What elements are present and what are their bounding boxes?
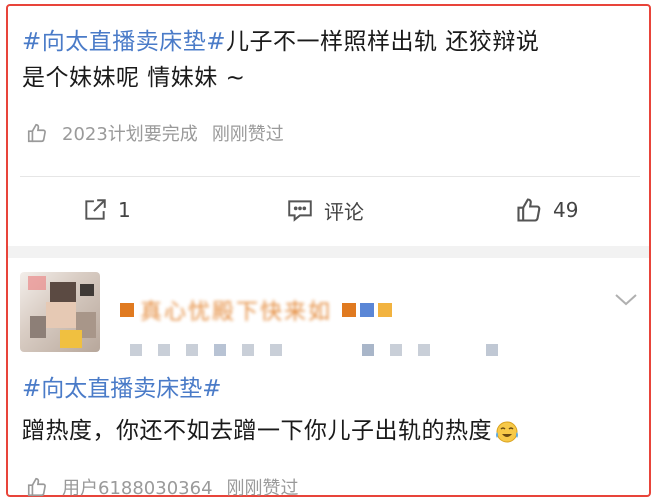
thumbs-up-icon	[27, 477, 46, 497]
comment-meta: 用户6188030364 刚刚赞过	[26, 472, 299, 502]
section-gap	[8, 246, 649, 258]
post-meta: 2023计划要完成 刚刚赞过	[26, 118, 284, 148]
comment-username[interactable]: 真心忧殿下快来如	[120, 292, 393, 328]
avatar[interactable]	[20, 272, 100, 352]
comment-icon	[288, 200, 312, 222]
comment-text: 蹭热度，你还不如去蹭一下你儿子出轨的热度	[22, 418, 492, 444]
comment-text-wrap: 蹭热度，你还不如去蹭一下你儿子出轨的热度	[22, 414, 520, 448]
like-button[interactable]: 49	[515, 190, 578, 230]
share-button[interactable]: 1	[82, 190, 131, 230]
post-text: #向太直播卖床垫#儿子不一样照样出轨 还狡辩说 是个妹妹呢 情妹妹 ~	[22, 24, 622, 96]
divider	[20, 176, 640, 177]
post-liked-by: 刚刚赞过	[211, 124, 284, 145]
post-hashtag[interactable]: #向太直播卖床垫#	[22, 29, 226, 55]
post-text-line1: 儿子不一样照样出轨 还狡辩说	[226, 29, 540, 55]
post-source: 2023计划要完成	[62, 124, 198, 145]
crying-laughing-emoji-icon	[494, 420, 520, 444]
username-text: 真心忧殿下快来如	[140, 300, 333, 325]
like-icon	[517, 198, 541, 222]
comment-source: 用户6188030364	[62, 478, 213, 499]
comment-liked-by: 刚刚赞过	[226, 478, 299, 499]
comment-label: 评论	[324, 199, 364, 224]
action-bar: 1 评论 49	[0, 190, 660, 230]
comment-hashtag[interactable]: #向太直播卖床垫#	[22, 372, 222, 406]
comment-badges	[130, 340, 514, 360]
share-icon	[85, 199, 106, 220]
chevron-down-icon[interactable]	[614, 292, 638, 311]
comment-button[interactable]: 评论	[286, 190, 364, 230]
thumbs-up-icon	[27, 123, 46, 143]
post-text-line2: 是个妹妹呢 情妹妹 ~	[22, 65, 246, 91]
share-count: 1	[118, 198, 131, 222]
like-count: 49	[553, 198, 579, 222]
